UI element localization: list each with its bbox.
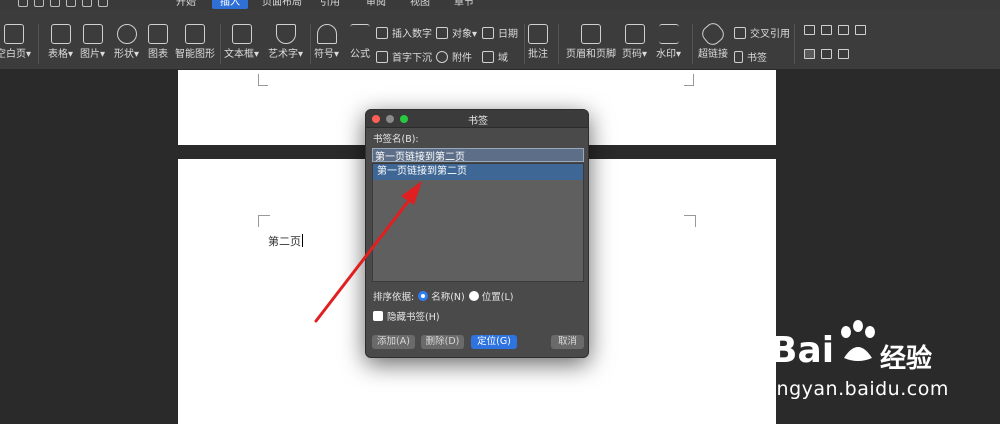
watermark-url: jingyan.baidu.com xyxy=(765,378,949,400)
paw-icon xyxy=(841,320,875,361)
watermark-logo: Bai xyxy=(770,330,835,371)
watermark-cn: 经验 xyxy=(880,344,933,374)
app-window: 开始 插入 页面布局 引用 审阅 视图 章节 空白页▾ 表格▾ 图片▾ 形状▾ … xyxy=(0,0,1000,424)
